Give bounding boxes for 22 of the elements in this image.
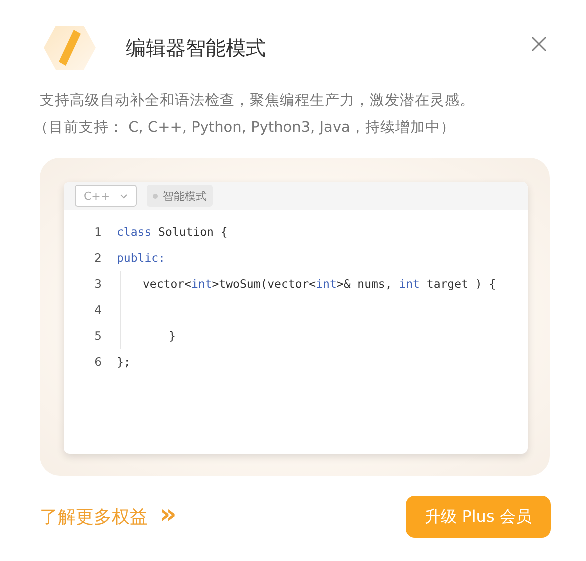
code-line: }; — [117, 355, 131, 369]
dot-icon — [153, 194, 158, 198]
code-line: public: — [117, 251, 166, 265]
language-select[interactable]: C++ — [75, 185, 137, 207]
upgrade-button[interactable]: 升级 Plus 会员 — [406, 496, 551, 538]
description-text: 支持高级自动补全和语法检查，聚焦编程生产力，激发潜在灵感。 — [40, 92, 476, 110]
mode-chip[interactable]: 智能模式 — [147, 185, 213, 207]
line-number: 2 — [94, 251, 103, 265]
description-text: （目前支持： C, C++, Python, Python3, Java，持续增加中） — [34, 119, 456, 137]
code-line: vector<int>twoSum(vector<int>& nums, int target ) { — [143, 277, 496, 291]
code-line: class Solution { — [117, 225, 228, 239]
close-button[interactable]: × — [528, 30, 551, 58]
more-benefits-link[interactable]: 了解更多权益 » — [40, 505, 177, 529]
logo-icon — [44, 24, 96, 72]
line-number: 4 — [94, 303, 103, 317]
line-number: 1 — [94, 225, 103, 239]
line-number: 6 — [94, 355, 103, 369]
line-number: 3 — [94, 277, 103, 291]
dialog-title: 编辑器智能模式 — [126, 34, 267, 62]
line-number: 5 — [94, 329, 103, 343]
caret-icon — [120, 194, 128, 198]
code-line: } — [169, 329, 176, 343]
